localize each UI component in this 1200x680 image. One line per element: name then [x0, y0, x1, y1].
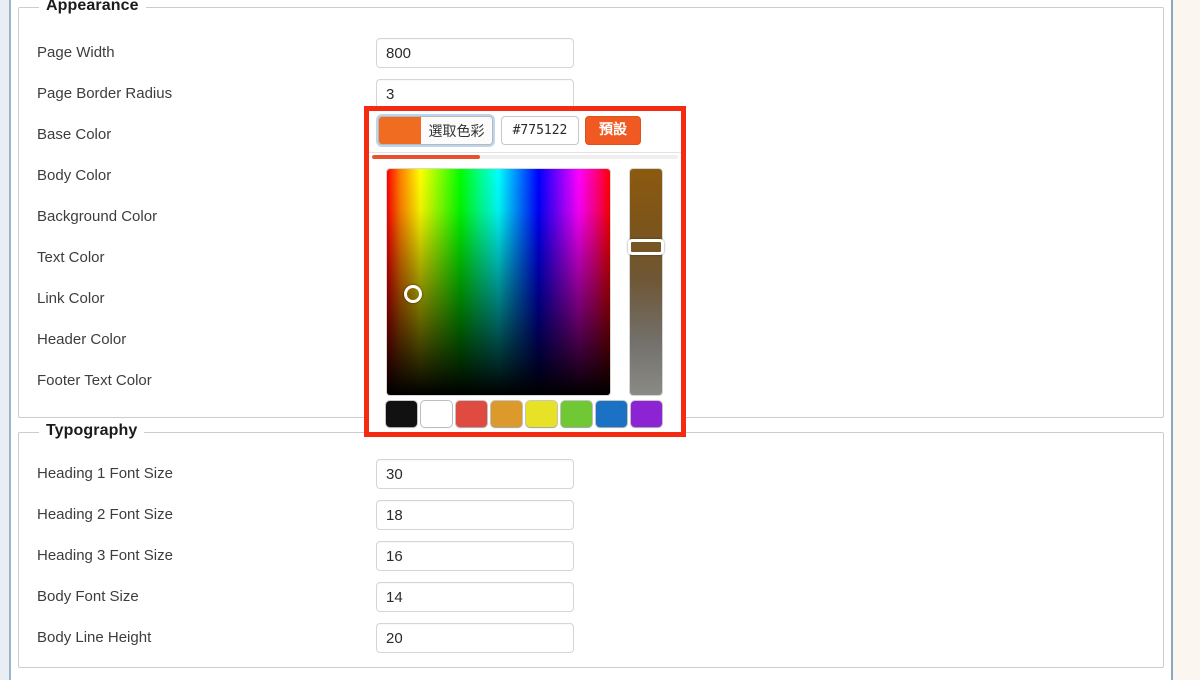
typography-legend: Typography [39, 422, 145, 440]
color-picker-tab-strip[interactable] [372, 155, 678, 159]
form-row-label: Body Line Height [37, 629, 152, 646]
preset-swatch-green[interactable] [561, 401, 592, 427]
preset-swatch-yellow[interactable] [526, 401, 557, 427]
page-right-gutter [1173, 0, 1200, 680]
saturation-slider-thumb[interactable] [628, 239, 664, 255]
form-row-input[interactable] [376, 79, 574, 109]
form-row-label: Page Border Radius [37, 85, 173, 102]
preset-swatch-white[interactable] [421, 401, 452, 427]
form-row-label: Body Font Size [37, 588, 139, 605]
form-row-label: Text Color [37, 249, 105, 266]
color-picker-popover[interactable]: 選取色彩 預設 [369, 111, 681, 432]
brightness-gradient-layer [387, 169, 610, 395]
preset-swatch-blue[interactable] [596, 401, 627, 427]
form-row-input[interactable] [376, 500, 574, 530]
page-left-rule [9, 0, 11, 680]
hex-color-input[interactable] [501, 116, 579, 145]
form-row-label: Header Color [37, 331, 127, 348]
form-row: Page Width [19, 38, 1163, 68]
form-row-input[interactable] [376, 38, 574, 68]
typography-section: Typography Heading 1 Font Size Heading 2 … [18, 422, 1164, 668]
pick-color-button[interactable]: 選取色彩 [378, 116, 493, 145]
default-color-button[interactable]: 預設 [585, 116, 641, 145]
form-row-input[interactable] [376, 623, 574, 653]
form-row: Heading 2 Font Size [19, 500, 1163, 530]
form-row: Body Line Height [19, 623, 1163, 653]
page-left-gutter [0, 0, 9, 680]
preset-swatch-orange[interactable] [491, 401, 522, 427]
saturation-value-gradient-area[interactable] [387, 169, 610, 395]
current-color-swatch [379, 117, 421, 144]
form-row-label: Link Color [37, 290, 105, 307]
form-row-label: Body Color [37, 167, 112, 184]
appearance-legend: Appearance [39, 0, 146, 15]
saturation-slider-track[interactable] [630, 169, 662, 395]
settings-page: Appearance Page Width Page Border Radius B… [0, 0, 1200, 680]
form-row-label: Base Color [37, 126, 112, 143]
form-row-input[interactable] [376, 459, 574, 489]
form-row: Heading 1 Font Size [19, 459, 1163, 489]
form-row-label: Heading 1 Font Size [37, 465, 173, 482]
form-row: Body Font Size [19, 582, 1163, 612]
form-row-label: Heading 3 Font Size [37, 547, 173, 564]
form-row: Heading 3 Font Size [19, 541, 1163, 571]
form-row-label: Footer Text Color [37, 372, 152, 389]
pick-color-button-label: 選取色彩 [421, 117, 492, 144]
form-row-label: Heading 2 Font Size [37, 506, 173, 523]
form-row-input[interactable] [376, 541, 574, 571]
form-row-label: Background Color [37, 208, 158, 225]
color-picker-active-tab-indicator [372, 155, 480, 159]
color-cursor-handle[interactable] [404, 285, 422, 303]
preset-swatch-red[interactable] [456, 401, 487, 427]
form-row: Page Border Radius [19, 79, 1163, 109]
form-row-label: Page Width [37, 44, 115, 61]
preset-swatch-purple[interactable] [631, 401, 662, 427]
preset-swatch-black[interactable] [386, 401, 417, 427]
color-picker-toolbar: 選取色彩 預設 [369, 111, 681, 153]
form-row-input[interactable] [376, 582, 574, 612]
preset-swatch-row [386, 401, 664, 427]
